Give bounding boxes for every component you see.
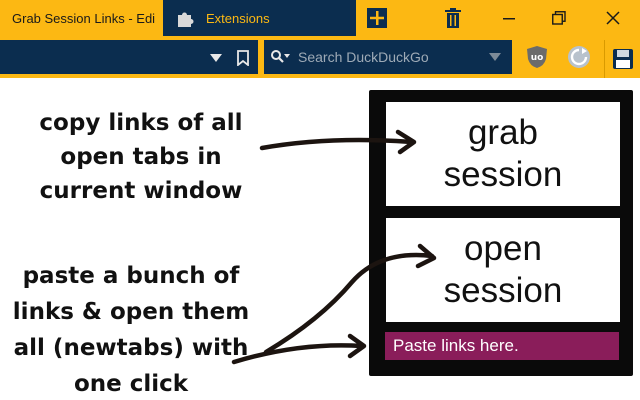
annotation-line: open tabs in <box>60 144 222 170</box>
annotation-line: paste a bunch of <box>22 263 240 289</box>
svg-text:uo: uo <box>531 53 544 63</box>
minimize-icon <box>503 18 515 20</box>
arrowhead <box>347 333 367 359</box>
open-session-button[interactable]: open session <box>386 218 620 322</box>
refresh-icon <box>568 46 590 68</box>
search-bar[interactable] <box>264 40 512 74</box>
address-bar[interactable] <box>0 40 258 74</box>
button-label: session <box>443 155 563 194</box>
ublock-extension-button[interactable]: uo <box>522 42 552 72</box>
tab-extensions[interactable]: Extensions <box>166 0 356 36</box>
tab-title: Extensions <box>206 10 270 26</box>
chevron-down-icon[interactable] <box>208 52 224 64</box>
maximize-button[interactable] <box>536 0 582 36</box>
paste-links-input[interactable]: Paste links here. <box>385 332 619 360</box>
save-icon <box>612 49 633 69</box>
minimize-button[interactable] <box>486 0 532 36</box>
button-label: session <box>443 271 563 310</box>
close-button[interactable] <box>590 0 636 36</box>
search-input[interactable] <box>298 49 478 65</box>
annotation-line: one click <box>73 371 189 397</box>
annotation-line: copy links of all <box>39 110 243 136</box>
open-annotation: paste a bunch of links & open them all (… <box>6 258 256 400</box>
navigation-bar: uo <box>0 36 640 78</box>
tab-strip: Grab Session Links - Edi Extensions <box>0 0 640 36</box>
extension-popup: grab session open session Paste links he… <box>369 90 633 376</box>
button-label: grab <box>467 113 539 152</box>
annotation-line: links & open them <box>12 299 250 325</box>
bookmark-icon[interactable] <box>236 50 250 66</box>
refresh-extension-button[interactable] <box>564 42 594 72</box>
screenshot-root: Grab Session Links - Edi Extensions Sear… <box>0 0 640 400</box>
tab-title: Grab Session Links - Edi <box>12 10 156 26</box>
tab-grab-session-links[interactable]: Grab Session Links - Edi <box>0 0 163 36</box>
save-session-button[interactable] <box>604 40 640 78</box>
trash-icon <box>445 8 461 28</box>
new-tab-icon <box>367 8 387 28</box>
button-label: open <box>464 229 542 268</box>
annotation-line: current window <box>39 178 243 204</box>
search-icon <box>270 47 298 67</box>
new-tab-button[interactable] <box>360 0 394 36</box>
maximize-icon <box>552 11 566 25</box>
grab-annotation: copy links of all open tabs in current w… <box>16 106 266 208</box>
closed-tabs-button[interactable] <box>436 0 470 36</box>
annotation-line: all (newtabs) with <box>13 335 249 361</box>
puzzle-icon <box>172 5 198 31</box>
ublock-icon: uo <box>527 46 547 68</box>
grab-session-button[interactable]: grab session <box>386 102 620 206</box>
chevron-down-icon[interactable] <box>488 52 502 62</box>
close-icon <box>606 11 620 25</box>
